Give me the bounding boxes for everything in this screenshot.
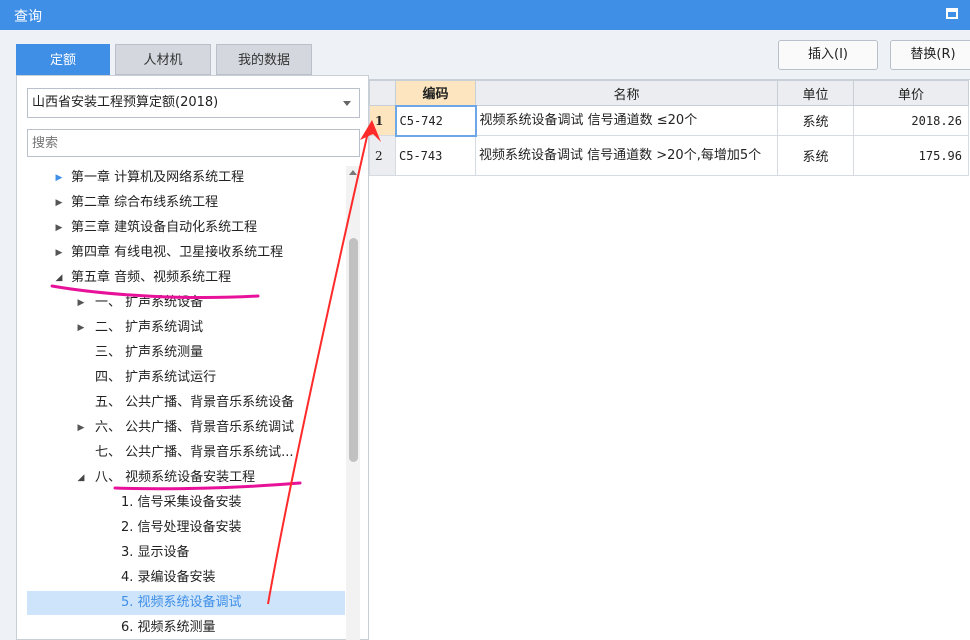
tree-item-chapter-5[interactable]: ◢ 第五章 音频、视频系统工程 [27, 266, 345, 290]
tree-item-subsection-2[interactable]: 2. 信号处理设备安装 [27, 516, 345, 540]
results-table: 编码 名称 单位 单价 1 C5-742 视频系统设备调试 信号通道数 ≤20个… [369, 80, 969, 176]
results-grid: 编码 名称 单位 单价 1 C5-742 视频系统设备调试 信号通道数 ≤20个… [369, 79, 970, 640]
tree-item-subsection-6[interactable]: 6. 视频系统测量 [27, 616, 345, 640]
chevron-down-icon[interactable] [343, 101, 351, 106]
tree-scrollbar[interactable] [346, 166, 360, 640]
tree-item-subsection-4[interactable]: 4. 录编设备安装 [27, 566, 345, 590]
table-row[interactable]: 2 C5-743 视频系统设备调试 信号通道数 >20个,每增加5个 系统 17… [369, 135, 969, 176]
tree-item-chapter-3[interactable]: ▶ 第三章 建筑设备自动化系统工程 [27, 216, 345, 240]
tab-my-data[interactable]: 我的数据 [216, 44, 312, 75]
unit-cell[interactable]: 系统 [777, 135, 854, 176]
tree-item-subsection-1[interactable]: 1. 信号采集设备安装 [27, 491, 345, 515]
column-header-unit[interactable]: 单位 [777, 80, 854, 106]
quota-library-select[interactable]: 山西省安装工程预算定额(2018) [27, 88, 360, 118]
quota-library-value: 山西省安装工程预算定额(2018) [32, 95, 219, 110]
tree-item-chapter-1[interactable]: ▶ 第一章 计算机及网络系统工程 [27, 166, 345, 190]
tree-item-section-1[interactable]: ▶ 一、 扩声系统设备 [27, 291, 345, 315]
code-cell[interactable]: C5-742 [394, 104, 477, 137]
name-cell[interactable]: 视频系统设备调试 信号通道数 >20个,每增加5个 [475, 135, 778, 176]
tree-item-subsection-3[interactable]: 3. 显示设备 [27, 541, 345, 565]
replace-button[interactable]: 替换(R) [890, 40, 970, 70]
chapter-tree: ▶ 第一章 计算机及网络系统工程 ▶ 第二章 综合布线系统工程 ▶ 第三章 建筑… [27, 166, 345, 640]
scrollbar-thumb[interactable] [349, 238, 358, 462]
tree-item-section-4[interactable]: 四、 扩声系统试运行 [27, 366, 345, 390]
code-cell[interactable]: C5-743 [395, 135, 476, 176]
tree-item-section-6[interactable]: ▶ 六、 公共广播、背景音乐系统调试 [27, 416, 345, 440]
expand-arrow-icon[interactable]: ▶ [75, 291, 87, 315]
tree-item-section-3[interactable]: 三、 扩声系统测量 [27, 341, 345, 365]
tab-quota[interactable]: 定额 [16, 44, 110, 75]
tree-item-subsection-5[interactable]: 5. 视频系统设备调试 [27, 591, 345, 615]
table-header-row: 编码 名称 单位 单价 [369, 80, 969, 106]
unit-cell[interactable]: 系统 [777, 105, 854, 136]
expand-arrow-icon[interactable]: ▶ [75, 416, 87, 440]
search-input[interactable] [27, 129, 360, 157]
column-header-code[interactable]: 编码 [395, 80, 476, 106]
expand-arrow-icon[interactable]: ▶ [53, 216, 65, 240]
expand-arrow-icon[interactable]: ▶ [53, 241, 65, 265]
tree-item-section-8[interactable]: ◢ 八、 视频系统设备安装工程 [27, 466, 345, 490]
expand-arrow-icon[interactable]: ▶ [53, 191, 65, 215]
collapse-arrow-icon[interactable]: ◢ [53, 266, 65, 290]
row-number: 1 [369, 105, 396, 136]
row-number: 2 [369, 135, 396, 176]
table-row[interactable]: 1 C5-742 视频系统设备调试 信号通道数 ≤20个 系统 2018.26 [369, 104, 969, 137]
scroll-up-icon[interactable] [349, 170, 357, 175]
insert-button[interactable]: 插入(I) [778, 40, 878, 70]
column-header-price[interactable]: 单价 [853, 80, 969, 106]
column-header-name[interactable]: 名称 [475, 80, 778, 106]
window-title: 查询 [14, 9, 42, 25]
tree-item-chapter-4[interactable]: ▶ 第四章 有线电视、卫星接收系统工程 [27, 241, 345, 265]
expand-arrow-icon[interactable]: ▶ [53, 166, 65, 190]
price-cell[interactable]: 2018.26 [853, 105, 969, 136]
left-panel: 山西省安装工程预算定额(2018) ▶ 第一章 计算机及网络系统工程 ▶ 第二章… [16, 75, 369, 640]
title-bar: 查询 [0, 0, 970, 30]
maximize-icon[interactable] [946, 8, 958, 19]
row-number-header [369, 80, 396, 106]
expand-arrow-icon[interactable]: ▶ [75, 316, 87, 340]
name-cell[interactable]: 视频系统设备调试 信号通道数 ≤20个 [475, 105, 778, 136]
tab-labor-material-machine[interactable]: 人材机 [115, 44, 211, 75]
tree-item-section-5[interactable]: 五、 公共广播、背景音乐系统设备 [27, 391, 345, 415]
tree-item-section-2[interactable]: ▶ 二、 扩声系统调试 [27, 316, 345, 340]
collapse-arrow-icon[interactable]: ◢ [75, 466, 87, 490]
tree-item-chapter-2[interactable]: ▶ 第二章 综合布线系统工程 [27, 191, 345, 215]
price-cell[interactable]: 175.96 [853, 135, 969, 176]
tree-item-section-7[interactable]: 七、 公共广播、背景音乐系统试... [27, 441, 345, 465]
